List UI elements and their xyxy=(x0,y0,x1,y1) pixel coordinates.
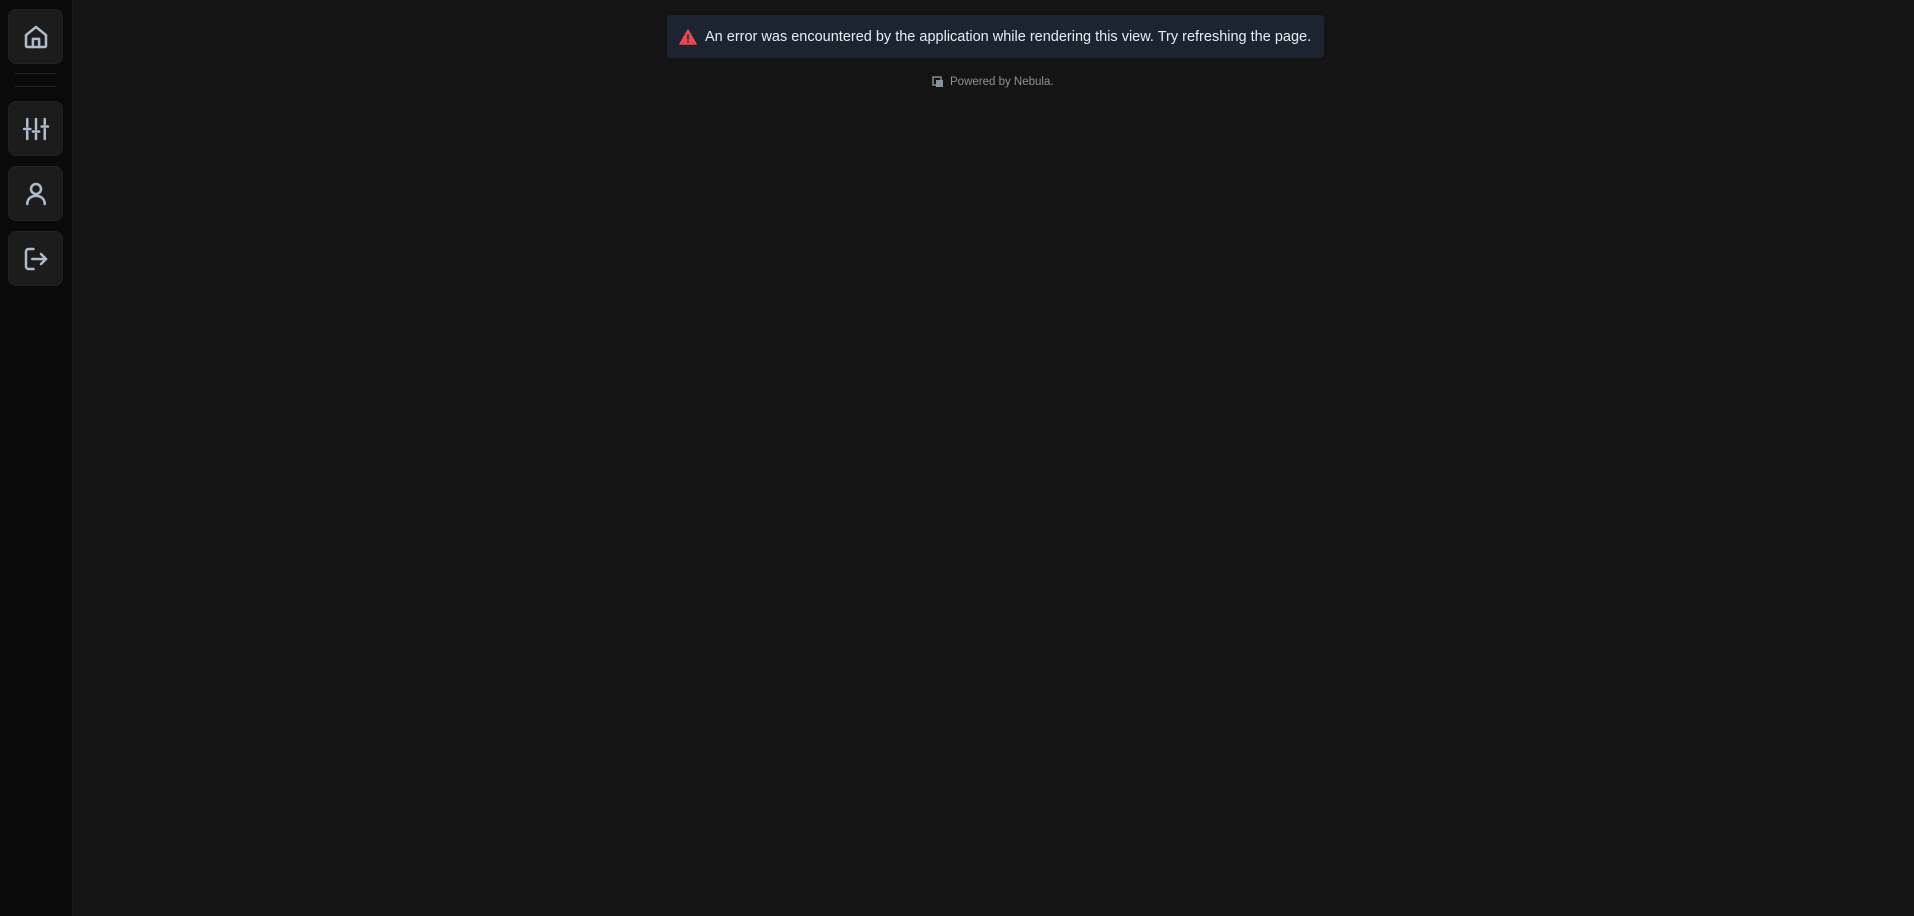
sidebar-divider xyxy=(14,73,56,74)
powered-by-footer: Powered by Nebula. xyxy=(932,76,1054,88)
logout-icon xyxy=(24,247,47,270)
user-icon xyxy=(25,182,46,205)
nebula-logo-icon xyxy=(932,76,943,87)
sidebar-item-home[interactable] xyxy=(8,9,63,64)
powered-by-text: Powered by Nebula. xyxy=(950,76,1054,88)
sidebar xyxy=(0,0,73,916)
error-alert: An error was encountered by the applicat… xyxy=(667,15,1324,58)
sidebar-divider xyxy=(14,86,56,87)
app-window: An error was encountered by the applicat… xyxy=(0,0,1914,916)
warning-triangle-icon xyxy=(679,28,697,45)
sliders-icon xyxy=(22,117,49,140)
sidebar-item-profile[interactable] xyxy=(8,166,63,221)
sidebar-item-settings[interactable] xyxy=(8,101,63,156)
sidebar-item-logout[interactable] xyxy=(8,231,63,286)
home-icon xyxy=(24,25,47,48)
error-message: An error was encountered by the applicat… xyxy=(705,28,1312,45)
